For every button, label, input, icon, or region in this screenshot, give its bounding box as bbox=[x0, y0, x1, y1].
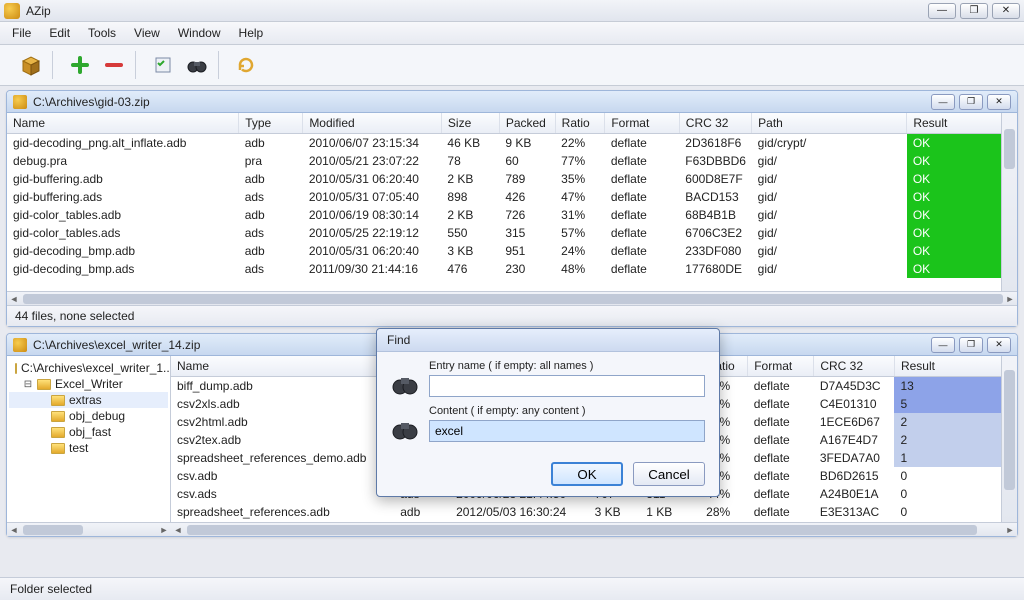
col-size[interactable]: Size bbox=[441, 113, 499, 134]
app-title: AZip bbox=[26, 4, 928, 18]
col-name[interactable]: Name bbox=[7, 113, 239, 134]
find-dialog-title[interactable]: Find bbox=[377, 329, 719, 352]
tree-child-label: test bbox=[69, 441, 88, 455]
archive1-vscrollbar[interactable] bbox=[1001, 113, 1017, 291]
col-result[interactable]: Result bbox=[894, 356, 1016, 377]
find-button[interactable] bbox=[182, 51, 212, 79]
table-header-row[interactable]: Name Type Modified Size Packed Ratio For… bbox=[7, 113, 1017, 134]
archive2-main-hscrollbar[interactable]: ◄► bbox=[171, 522, 1017, 536]
menu-tools[interactable]: Tools bbox=[80, 24, 124, 42]
tree-child-label: obj_fast bbox=[69, 425, 111, 439]
result-cell: 2 bbox=[894, 413, 1016, 431]
result-cell: 1 bbox=[894, 449, 1016, 467]
table-row[interactable]: gid-decoding_bmp.adsads2011/09/30 21:44:… bbox=[7, 260, 1017, 278]
checklist-icon bbox=[153, 55, 173, 75]
archive1-titlebar[interactable]: C:\Archives\gid-03.zip — ❐ ✕ bbox=[7, 91, 1017, 113]
archive1-hscrollbar[interactable]: ◄► bbox=[7, 291, 1017, 305]
app-statusbar: Folder selected bbox=[0, 577, 1024, 600]
result-cell: 13 bbox=[894, 377, 1016, 396]
menu-window[interactable]: Window bbox=[170, 24, 229, 42]
archive-icon bbox=[13, 95, 27, 109]
archive2-minimize-button[interactable]: — bbox=[931, 337, 955, 353]
ok-button[interactable]: OK bbox=[551, 462, 623, 486]
binoculars-icon bbox=[391, 372, 419, 396]
menu-view[interactable]: View bbox=[126, 24, 168, 42]
archive-icon bbox=[13, 338, 27, 352]
add-button[interactable] bbox=[65, 51, 95, 79]
menubar: File Edit Tools View Window Help bbox=[0, 22, 1024, 45]
tree-folder-extras[interactable]: extras bbox=[9, 392, 168, 408]
app-close-button[interactable]: ✕ bbox=[992, 3, 1020, 19]
tree-folder-label: Excel_Writer bbox=[55, 377, 123, 391]
table-row[interactable]: gid-color_tables.adbadb2010/06/19 08:30:… bbox=[7, 206, 1017, 224]
content-input[interactable] bbox=[429, 420, 705, 442]
archive1-status: 44 files, none selected bbox=[7, 305, 1017, 326]
menu-help[interactable]: Help bbox=[231, 24, 272, 42]
tree-root-label: C:\Archives\excel_writer_1... bbox=[21, 361, 171, 375]
entry-name-label: Entry name ( if empty: all names ) bbox=[429, 360, 705, 372]
archive2-vscrollbar[interactable] bbox=[1001, 356, 1017, 522]
col-ratio[interactable]: Ratio bbox=[555, 113, 605, 134]
app-maximize-button[interactable]: ❐ bbox=[960, 3, 988, 19]
table-row[interactable]: gid-decoding_bmp.adbadb2010/05/31 06:20:… bbox=[7, 242, 1017, 260]
app-icon bbox=[4, 3, 20, 19]
result-cell: 0 bbox=[894, 485, 1016, 503]
remove-button[interactable] bbox=[99, 51, 129, 79]
archive2-tree-hscrollbar[interactable]: ◄► bbox=[7, 522, 171, 536]
archive2-close-button[interactable]: ✕ bbox=[987, 337, 1011, 353]
tree-folder-test[interactable]: test bbox=[9, 440, 168, 456]
col-format[interactable]: Format bbox=[605, 113, 679, 134]
col-format[interactable]: Format bbox=[748, 356, 814, 377]
binoculars-icon bbox=[186, 55, 208, 75]
tree-root[interactable]: C:\Archives\excel_writer_1... bbox=[9, 360, 168, 376]
archive1-close-button[interactable]: ✕ bbox=[987, 94, 1011, 110]
content-label: Content ( if empty: any content ) bbox=[429, 405, 705, 417]
table-row[interactable]: gid-color_tables.adsads2010/05/25 22:19:… bbox=[7, 224, 1017, 242]
archive1-title: C:\Archives\gid-03.zip bbox=[33, 95, 931, 109]
find-dialog: Find Entry name ( if empty: all names ) … bbox=[376, 328, 720, 497]
app-titlebar: AZip — ❐ ✕ bbox=[0, 0, 1024, 22]
tree-folder-obj-fast[interactable]: obj_fast bbox=[9, 424, 168, 440]
box-icon bbox=[20, 54, 42, 76]
menu-file[interactable]: File bbox=[4, 24, 39, 42]
table-row[interactable]: gid-buffering.adsads2010/05/31 07:05:408… bbox=[7, 188, 1017, 206]
binoculars-icon bbox=[391, 417, 419, 441]
archive2-maximize-button[interactable]: ❐ bbox=[959, 337, 983, 353]
entry-name-input[interactable] bbox=[429, 375, 705, 397]
col-crc[interactable]: CRC 32 bbox=[679, 113, 751, 134]
tree-child-label: obj_debug bbox=[69, 409, 125, 423]
folder-tree[interactable]: C:\Archives\excel_writer_1... ⊟Excel_Wri… bbox=[7, 356, 171, 536]
menu-edit[interactable]: Edit bbox=[41, 24, 78, 42]
col-type[interactable]: Type bbox=[239, 113, 303, 134]
col-crc[interactable]: CRC 32 bbox=[814, 356, 895, 377]
col-packed[interactable]: Packed bbox=[499, 113, 555, 134]
result-cell: 5 bbox=[894, 395, 1016, 413]
col-modified[interactable]: Modified bbox=[303, 113, 442, 134]
open-archive-button[interactable] bbox=[16, 51, 46, 79]
tree-child-label: extras bbox=[69, 393, 102, 407]
col-path[interactable]: Path bbox=[752, 113, 907, 134]
refresh-button[interactable] bbox=[231, 51, 261, 79]
app-minimize-button[interactable]: — bbox=[928, 3, 956, 19]
archive1-table[interactable]: Name Type Modified Size Packed Ratio For… bbox=[7, 113, 1017, 278]
refresh-icon bbox=[236, 55, 256, 75]
archive-window-1: C:\Archives\gid-03.zip — ❐ ✕ Name Type M… bbox=[6, 90, 1018, 327]
archive1-minimize-button[interactable]: — bbox=[931, 94, 955, 110]
col-name[interactable]: Name bbox=[171, 356, 394, 377]
tree-folder-obj-debug[interactable]: obj_debug bbox=[9, 408, 168, 424]
minus-icon bbox=[104, 55, 124, 75]
archive1-maximize-button[interactable]: ❐ bbox=[959, 94, 983, 110]
table-row[interactable]: spreadsheet_references.adbadb2012/05/03 … bbox=[171, 503, 1017, 521]
table-row[interactable]: gid-decoding_png.alt_inflate.adbadb2010/… bbox=[7, 134, 1017, 153]
result-cell: 0 bbox=[894, 503, 1016, 521]
result-cell: 2 bbox=[894, 431, 1016, 449]
toolbar bbox=[0, 45, 1024, 86]
table-row[interactable]: gid-buffering.adbadb2010/05/31 06:20:402… bbox=[7, 170, 1017, 188]
table-row[interactable]: debug.prapra2010/05/21 23:07:22786077%de… bbox=[7, 152, 1017, 170]
plus-icon bbox=[70, 55, 90, 75]
tree-folder-excel-writer[interactable]: ⊟Excel_Writer bbox=[9, 376, 168, 392]
result-cell: 0 bbox=[894, 467, 1016, 485]
cancel-button[interactable]: Cancel bbox=[633, 462, 705, 486]
test-button[interactable] bbox=[148, 51, 178, 79]
